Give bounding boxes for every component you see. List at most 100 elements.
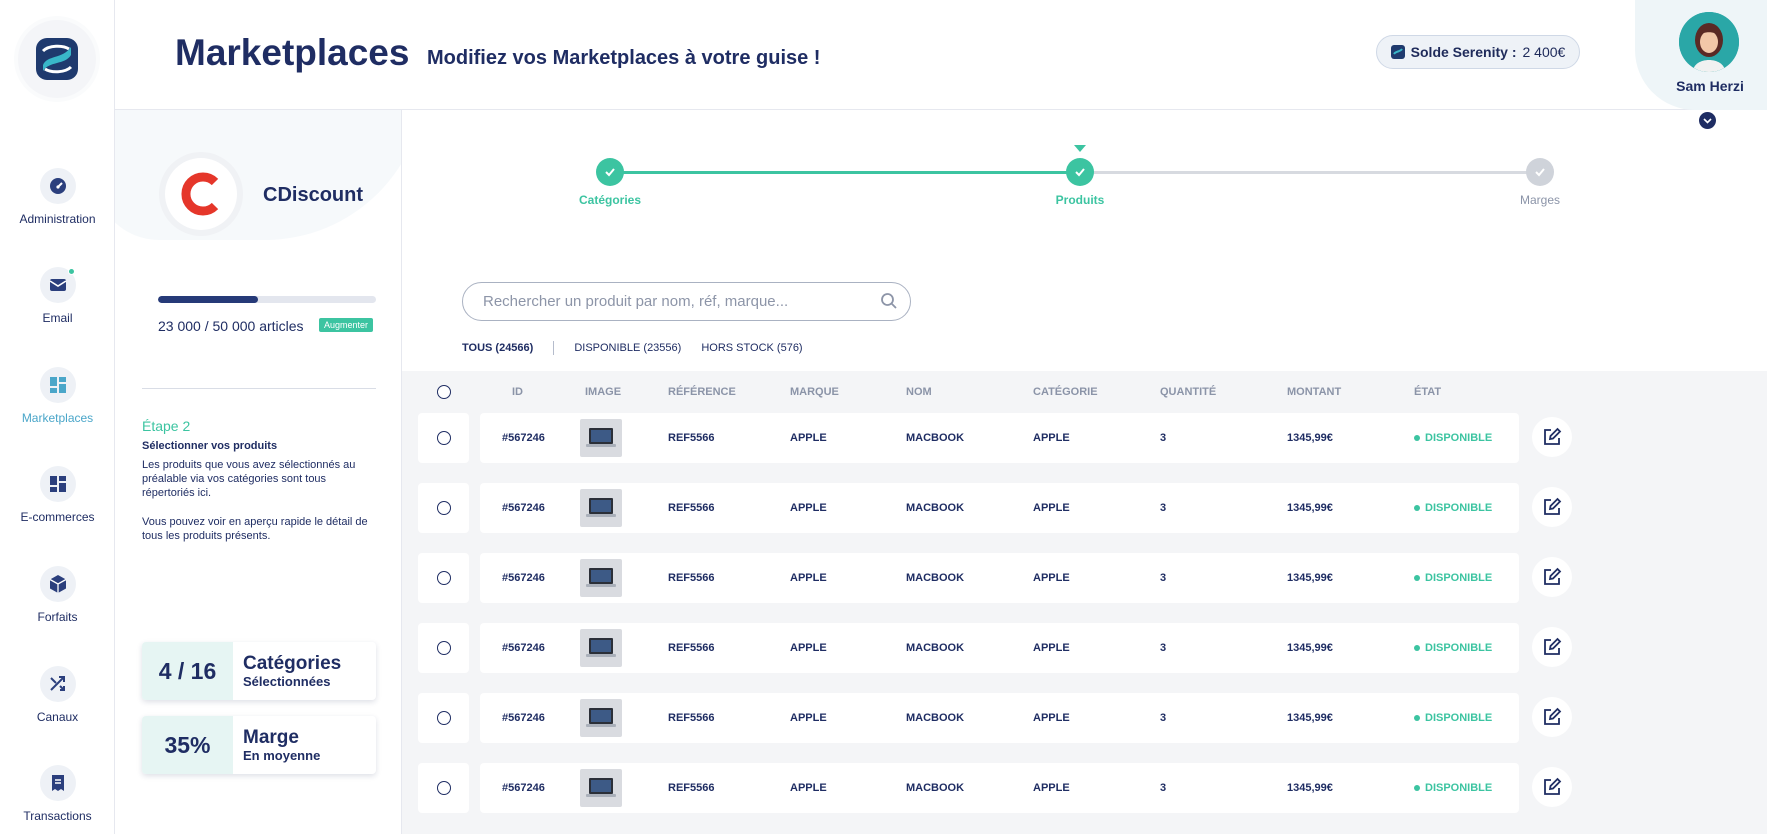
cell-reference: REF5566 <box>668 642 715 654</box>
step-label-products[interactable]: Produits <box>1020 193 1140 207</box>
step-description: Les produits que vous avez sélectionnés … <box>142 459 356 499</box>
nav-label: Canaux <box>36 710 79 724</box>
cell-amount: 1345,99€ <box>1287 502 1333 514</box>
product-image <box>580 419 622 457</box>
nav-transactions[interactable]: Transactions <box>0 765 115 823</box>
cell-reference: REF5566 <box>668 432 715 444</box>
search-input[interactable] <box>462 282 911 321</box>
cell-name: MACBOOK <box>906 572 965 584</box>
gauge-icon <box>39 168 76 204</box>
edit-icon <box>1544 637 1562 655</box>
status-badge: DISPONIBLE <box>1414 432 1492 444</box>
divider <box>142 388 376 389</box>
nav-canaux[interactable]: Canaux <box>0 666 115 724</box>
edit-button[interactable] <box>1532 697 1572 737</box>
filter-available[interactable]: DISPONIBLE (23556) <box>574 342 701 354</box>
nav-label: Forfaits <box>37 610 78 624</box>
cell-id: #567246 <box>502 712 545 724</box>
cell-category: APPLE <box>1033 712 1070 724</box>
row-card[interactable]: #567246 REF5566 APPLE MACBOOK APPLE 3 13… <box>480 553 1519 603</box>
row-radio[interactable] <box>436 501 451 515</box>
status-badge: DISPONIBLE <box>1414 642 1492 654</box>
app-logo[interactable] <box>18 20 96 98</box>
step-categories-node[interactable] <box>596 158 624 186</box>
row-radio[interactable] <box>436 431 451 445</box>
row-radio[interactable] <box>436 571 451 585</box>
row-card[interactable]: #567246 REF5566 APPLE MACBOOK APPLE 3 13… <box>480 763 1519 813</box>
cell-quantity: 3 <box>1160 432 1167 444</box>
status-badge: DISPONIBLE <box>1414 712 1492 724</box>
laptop-icon <box>586 638 616 657</box>
progress-fill <box>158 296 259 303</box>
select-all-radio[interactable] <box>437 385 451 399</box>
cdiscount-logo-icon <box>181 172 219 216</box>
step-label-margins[interactable]: Marges <box>1480 193 1600 207</box>
check-icon <box>605 168 615 177</box>
products-table: ID IMAGE RÉFÉRENCE MARQUE NOM CATÉGORIE … <box>402 371 1767 834</box>
nav-label: Email <box>42 311 73 325</box>
stepper-line-done <box>610 171 1080 174</box>
nav-ecommerces[interactable]: E-commerces <box>0 466 115 524</box>
avatar[interactable] <box>1679 12 1739 72</box>
product-image <box>580 489 622 527</box>
row-radio[interactable] <box>436 641 451 655</box>
step-products-node[interactable] <box>1066 158 1094 186</box>
cell-amount: 1345,99€ <box>1287 572 1333 584</box>
balance-value: 2 400€ <box>1522 44 1566 60</box>
filter-tabs: TOUS (24566) DISPONIBLE (23556) HORS STO… <box>462 341 823 355</box>
column-header: MONTANT <box>1287 386 1342 398</box>
stat-title: Catégories <box>243 652 342 674</box>
stat-value: 4 / 16 <box>142 642 233 700</box>
cell-reference: REF5566 <box>668 712 715 724</box>
product-image <box>580 699 622 737</box>
row-card[interactable]: #567246 REF5566 APPLE MACBOOK APPLE 3 13… <box>480 623 1519 673</box>
edit-button[interactable] <box>1532 487 1572 527</box>
search-icon[interactable] <box>880 292 898 310</box>
row-select <box>418 763 469 813</box>
cell-brand: APPLE <box>790 782 827 794</box>
edit-button[interactable] <box>1532 767 1572 807</box>
cell-reference: REF5566 <box>668 572 715 584</box>
nav-label: Transactions <box>23 809 92 823</box>
articles-count: 23 000 / 50 000 articles <box>158 318 304 334</box>
row-card[interactable]: #567246 REF5566 APPLE MACBOOK APPLE 3 13… <box>480 483 1519 533</box>
edit-button[interactable] <box>1532 627 1572 667</box>
cell-category: APPLE <box>1033 502 1070 514</box>
cell-quantity: 3 <box>1160 642 1167 654</box>
step-margins-node[interactable] <box>1526 158 1554 186</box>
edit-icon <box>1544 777 1562 795</box>
filter-out-of-stock[interactable]: HORS STOCK (576) <box>701 342 822 354</box>
upgrade-button[interactable]: Augmenter <box>319 318 374 332</box>
step-label-categories[interactable]: Catégories <box>550 193 670 207</box>
row-card[interactable]: #567246 REF5566 APPLE MACBOOK APPLE 3 13… <box>480 413 1519 463</box>
filter-all[interactable]: TOUS (24566) <box>462 342 553 354</box>
serenity-logo-icon <box>1390 45 1405 59</box>
nav-administration[interactable]: Administration <box>0 168 115 226</box>
column-header: CATÉGORIE <box>1033 386 1098 398</box>
receipt-icon <box>39 765 76 801</box>
status-badge: DISPONIBLE <box>1414 782 1492 794</box>
laptop-icon <box>586 778 616 797</box>
check-icon <box>1535 168 1545 177</box>
articles-progress-bar <box>158 296 376 303</box>
cell-quantity: 3 <box>1160 502 1167 514</box>
nav-forfaits[interactable]: Forfaits <box>0 566 115 624</box>
cell-name: MACBOOK <box>906 712 965 724</box>
nav-label: Marketplaces <box>21 411 94 425</box>
nav-marketplaces[interactable]: Marketplaces <box>0 367 115 425</box>
nav-email[interactable]: Email <box>0 267 115 325</box>
balance-badge[interactable]: Solde Serenity : 2 400€ <box>1376 35 1580 69</box>
edit-button[interactable] <box>1532 557 1572 597</box>
cell-brand: APPLE <box>790 502 827 514</box>
laptop-icon <box>586 708 616 727</box>
edit-icon <box>1544 427 1562 445</box>
page-title: Marketplaces <box>175 32 410 73</box>
user-name: Sam Herzi <box>1676 78 1744 94</box>
row-radio[interactable] <box>436 711 451 725</box>
row-select <box>418 623 469 673</box>
row-card[interactable]: #567246 REF5566 APPLE MACBOOK APPLE 3 13… <box>480 693 1519 743</box>
cell-id: #567246 <box>502 642 545 654</box>
cell-category: APPLE <box>1033 782 1070 794</box>
edit-button[interactable] <box>1532 417 1572 457</box>
row-radio[interactable] <box>436 781 451 795</box>
